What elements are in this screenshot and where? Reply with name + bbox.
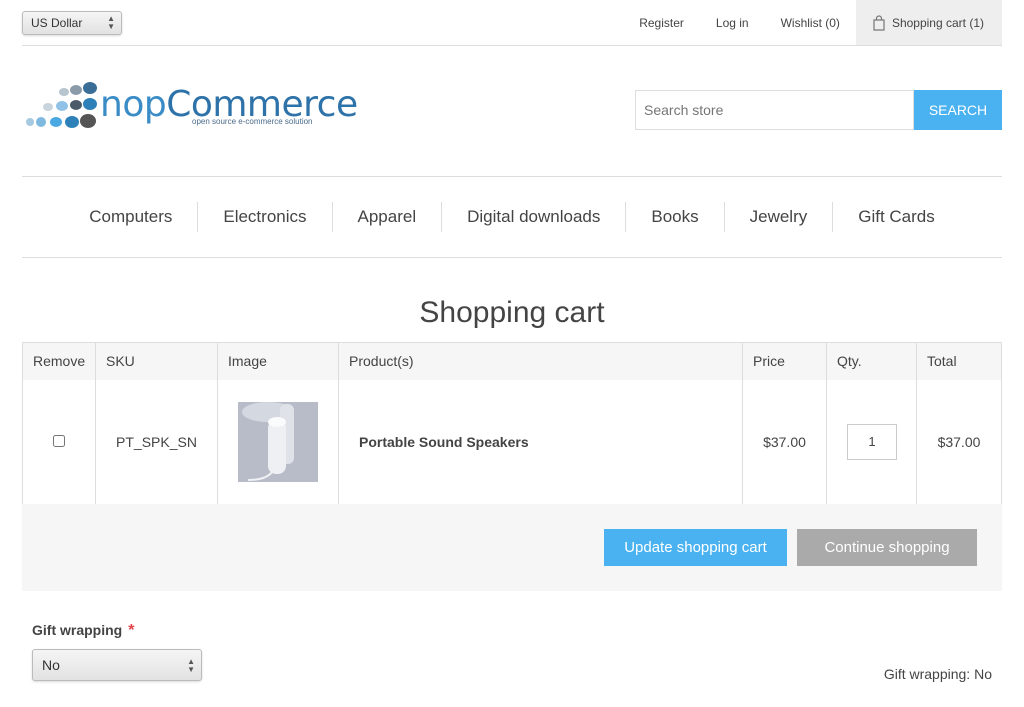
column-header-product: Product(s) xyxy=(338,342,743,380)
remove-checkbox[interactable] xyxy=(53,434,65,447)
quantity-input[interactable] xyxy=(847,423,897,460)
qty-cell xyxy=(826,379,917,505)
search-button[interactable]: SEARCH xyxy=(914,90,1002,130)
shopping-cart-label: Shopping cart (1) xyxy=(891,15,984,30)
column-header-remove: Remove xyxy=(22,342,96,380)
header-links: Register Log in Wishlist (0) Shopping ca… xyxy=(623,0,1002,45)
top-menu: Computers Electronics Apparel Digital do… xyxy=(22,176,1002,258)
menu-item-gift-cards[interactable]: Gift Cards xyxy=(832,202,960,232)
column-header-sku: SKU xyxy=(95,342,218,380)
search-box: SEARCH xyxy=(635,90,1002,130)
register-link[interactable]: Register xyxy=(623,16,700,30)
table-row: PT_SPK_SN Portable Sound Speakers $37.00 xyxy=(22,379,1002,505)
logo-dots-icon xyxy=(26,82,97,128)
gift-wrapping-value: No xyxy=(42,657,60,673)
header-links-bar: US Dollar ▲ ▼ Register Log in Wishlist (0… xyxy=(22,0,1002,46)
subtotal: $37.00 xyxy=(916,379,1002,505)
cart-table: Remove SKU Image Product(s) Price Qty. T… xyxy=(22,342,1002,505)
currency-select[interactable]: US Dollar ▲ ▼ xyxy=(22,11,122,35)
update-cart-button[interactable]: Update shopping cart xyxy=(604,529,787,566)
remove-cell xyxy=(22,379,96,505)
product-image[interactable] xyxy=(238,401,318,482)
select-arrows-icon: ▲ ▼ xyxy=(107,14,115,31)
continue-shopping-button[interactable]: Continue shopping xyxy=(797,529,977,566)
gift-wrapping-label-text: Gift wrapping xyxy=(32,622,123,638)
menu-item-computers[interactable]: Computers xyxy=(64,202,197,232)
menu-item-jewelry[interactable]: Jewelry xyxy=(723,202,833,232)
gift-wrapping-select[interactable]: No ▲ ▼ xyxy=(32,649,202,681)
menu-item-books[interactable]: Books xyxy=(625,202,723,232)
select-arrows-icon: ▲ ▼ xyxy=(187,657,195,674)
unit-price: $37.00 xyxy=(742,379,827,505)
menu-item-digital-downloads[interactable]: Digital downloads xyxy=(441,202,625,232)
login-link[interactable]: Log in xyxy=(700,16,765,30)
cart-table-header: Remove SKU Image Product(s) Price Qty. T… xyxy=(22,342,1002,380)
speaker-image-icon xyxy=(238,401,318,482)
page-title: Shopping cart xyxy=(419,296,605,329)
currency-value: US Dollar xyxy=(31,16,83,30)
column-header-total: Total xyxy=(916,342,1002,380)
search-input[interactable] xyxy=(635,90,914,130)
gift-wrapping-summary: Gift wrapping: No xyxy=(883,666,992,682)
required-marker: * xyxy=(128,622,135,639)
wishlist-link[interactable]: Wishlist (0) xyxy=(765,16,856,30)
menu-item-apparel[interactable]: Apparel xyxy=(331,202,442,232)
gift-wrapping-label: Gift wrapping * xyxy=(32,622,134,640)
column-header-qty: Qty. xyxy=(826,342,917,380)
column-header-image: Image xyxy=(217,342,339,380)
image-cell xyxy=(217,379,339,505)
product-name-link[interactable]: Portable Sound Speakers xyxy=(338,379,743,505)
shopping-bag-icon xyxy=(873,14,885,31)
logo-tagline: open source e-commerce solution xyxy=(192,117,313,126)
shopping-cart-link[interactable]: Shopping cart (1) xyxy=(855,0,1002,45)
sku-cell: PT_SPK_SN xyxy=(95,379,218,505)
store-logo[interactable]: nopCommerce open source e-commerce solut… xyxy=(26,80,358,136)
column-header-price: Price xyxy=(742,342,827,380)
menu-item-electronics[interactable]: Electronics xyxy=(197,202,331,232)
cart-actions: Update shopping cart Continue shopping xyxy=(22,504,1002,591)
